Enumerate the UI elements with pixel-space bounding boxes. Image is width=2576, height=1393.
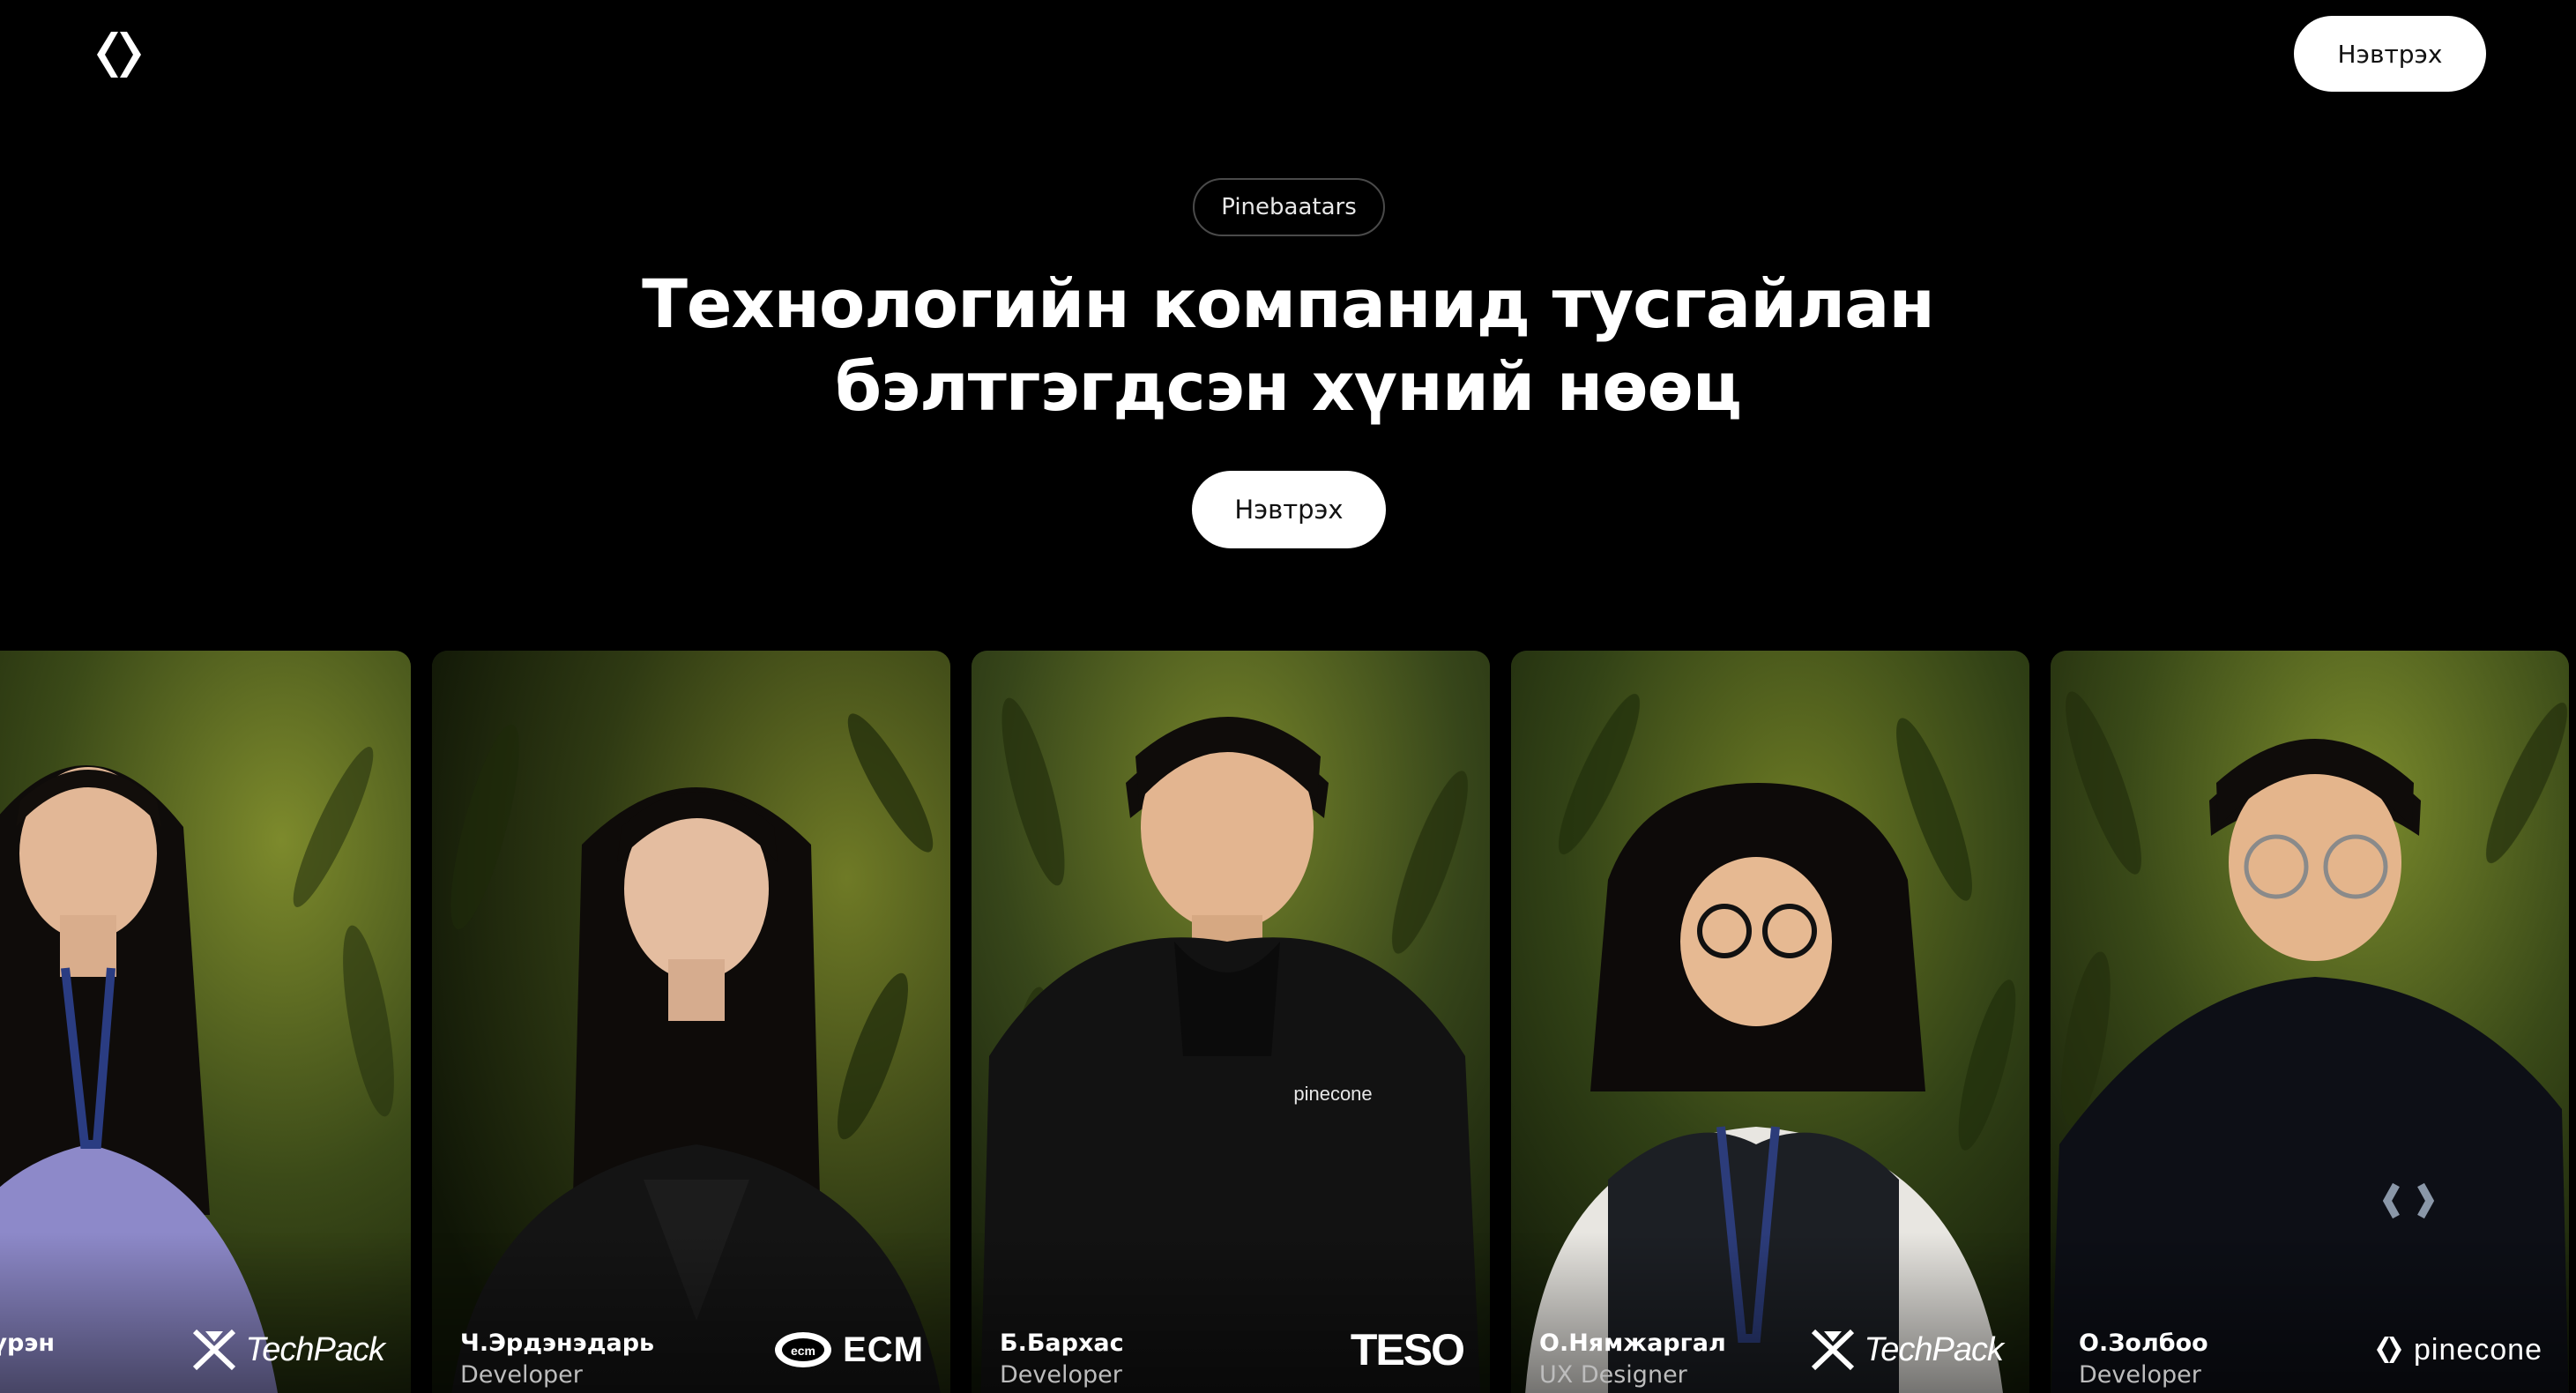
teso-logo-icon: TESO	[1350, 1325, 1465, 1374]
techpack-logo-icon	[1811, 1329, 1854, 1371]
profile-name: жинсүрэн	[0, 1330, 56, 1357]
hero-title-line-2: бэлтгэгдсэн хүний нөөц	[834, 347, 1742, 426]
ecm-logo-icon: ecm	[775, 1332, 832, 1367]
svg-text:ecm: ecm	[791, 1344, 815, 1358]
company-logo: pinecone	[2373, 1328, 2542, 1372]
hero-title: Технологийн компанид тусгайлан бэлтгэгдс…	[495, 263, 2081, 428]
profile-name: О.Золбоо	[2079, 1330, 2208, 1357]
profile-role: Developer	[2079, 1361, 2201, 1389]
company-logo: TechPack	[191, 1328, 385, 1372]
company-name: ECM	[843, 1330, 924, 1369]
pinecone-logo-icon	[2376, 1337, 2401, 1363]
landing-page: Нэвтрэх Pinebaatars Технологийн компанид…	[0, 0, 2576, 1393]
profile-name: О.Нямжаргал	[1539, 1330, 1726, 1357]
techpack-logo-icon	[192, 1329, 235, 1371]
profile-role: UX Designer	[1539, 1361, 1687, 1389]
header-login-button[interactable]: Нэвтрэх	[2294, 16, 2486, 92]
profile-name: Б.Бархас	[1000, 1330, 1124, 1357]
company-logo: TechPack	[1810, 1328, 2004, 1372]
profile-card[interactable]: Ч.Эрдэнэдарь Developer ecm ECM	[432, 651, 950, 1393]
hero-title-line-1: Технологийн компанид тусгайлан	[642, 264, 1935, 343]
company-logo: ecm ECM	[772, 1328, 924, 1372]
profile-card[interactable]: О.Нямжаргал UX Designer TechPack	[1511, 651, 2029, 1393]
company-name: pinecone	[2413, 1332, 2542, 1367]
profile-role: Developer	[1000, 1361, 1122, 1389]
profile-role: Developer	[460, 1361, 583, 1389]
brackets-logo-icon[interactable]	[88, 28, 150, 81]
hero-login-button[interactable]: Нэвтрэх	[1192, 471, 1386, 548]
profile-card[interactable]: О.Золбоо Developer pinecone	[2051, 651, 2569, 1393]
svg-text:pinecone: pinecone	[1293, 1083, 1372, 1105]
pinebaatars-badge: Pinebaatars	[1193, 178, 1385, 236]
company-name: TechPack	[245, 1330, 385, 1368]
profile-card[interactable]: pinecone Б.Бархас Developer TESO	[972, 651, 1490, 1393]
company-logo: TESO	[1351, 1325, 1465, 1374]
profile-name: Ч.Эрдэнэдарь	[460, 1330, 655, 1357]
profile-carousel[interactable]: жинсүрэн per TechPack	[0, 651, 2576, 1393]
profile-card[interactable]: жинсүрэн per TechPack	[0, 651, 411, 1393]
company-name: TechPack	[1864, 1330, 2004, 1368]
